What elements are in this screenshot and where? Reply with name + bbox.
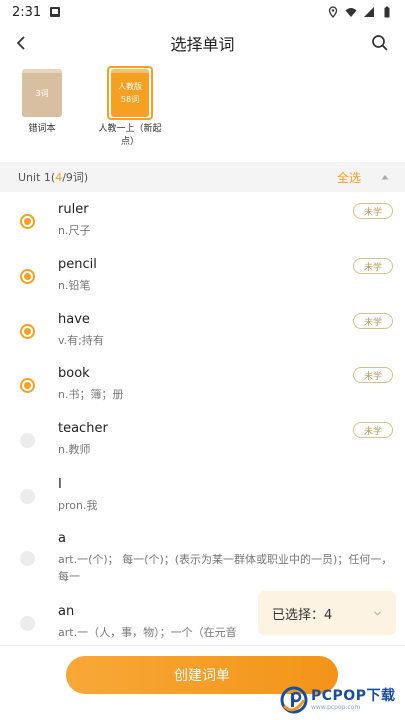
- notification-icon: [50, 7, 61, 17]
- search-button[interactable]: [367, 30, 393, 56]
- book-label: 错词本: [28, 124, 56, 134]
- word-meaning: v.有;持有: [58, 334, 104, 347]
- status-badge: 未学: [353, 258, 393, 274]
- book-label-line: 人教一上（新起: [98, 124, 162, 134]
- word-meaning: n.书；簿；册: [58, 388, 124, 401]
- word-meaning: art.一(个)； 每一(个)；(表示为某一群体或职业中的一员)；任何一，每一: [58, 553, 393, 583]
- word-checkbox[interactable]: [20, 269, 35, 284]
- word-text: have: [58, 312, 90, 327]
- chevron-left-icon: [16, 36, 25, 50]
- status-badge: 未学: [353, 313, 393, 329]
- selection-summary[interactable]: 已选择：4: [258, 591, 396, 635]
- select-all-button[interactable]: 全选: [337, 169, 361, 186]
- book-selector: 3词 错词本 人教版 58词 人教一上（新起 点）: [0, 66, 405, 156]
- page-title: 选择单词: [170, 35, 235, 54]
- status-time: 2:31: [12, 4, 42, 20]
- book-label: 人教一上（新起 点）: [92, 123, 168, 149]
- status-badge: 未学: [353, 203, 393, 219]
- word-checkbox[interactable]: [20, 489, 35, 504]
- word-checkbox[interactable]: [20, 324, 35, 339]
- book-cover-title: 人教版: [118, 82, 142, 91]
- battery-icon: [384, 6, 390, 18]
- word-checkbox[interactable]: [20, 433, 35, 448]
- unit-header[interactable]: Unit 1 (4/9词) 全选: [0, 162, 405, 192]
- word-meaning: n.尺子: [58, 224, 91, 237]
- book-cover: 人教版 58词: [111, 69, 149, 117]
- pcpop-watermark: PCPOP下载 www.pcpop.com: [280, 682, 404, 718]
- chevron-down-icon: [373, 610, 382, 616]
- bottom-divider: [0, 645, 405, 646]
- app-header: 选择单词: [0, 24, 405, 62]
- book-label-line: 点）: [120, 137, 139, 147]
- status-badge: 未学: [353, 422, 393, 438]
- unit-total: /9词): [62, 171, 89, 184]
- word-text: pencil: [58, 257, 97, 272]
- word-meaning: n.铅笔: [58, 279, 91, 292]
- unit-selected-count: 4: [55, 170, 63, 184]
- book-cover-count: 58词: [120, 95, 140, 104]
- word-text: an: [58, 604, 75, 619]
- book-cover-count: 3词: [35, 88, 49, 98]
- watermark-url: www.pcpop.com: [311, 704, 361, 711]
- signal-icon: [364, 7, 374, 17]
- book-selected-frame: 人教版 58词: [107, 66, 153, 120]
- word-text: teacher: [58, 421, 108, 436]
- book-pep-grade1[interactable]: 人教版 58词 人教一上（新起 点）: [92, 66, 168, 149]
- pcpop-logo-icon: [280, 686, 308, 714]
- status-bar: 2:31: [0, 0, 405, 24]
- word-checkbox[interactable]: [20, 616, 35, 631]
- unit-name: Unit 1: [18, 170, 51, 184]
- wifi-icon: [345, 8, 357, 17]
- collapse-triangle-icon[interactable]: [381, 173, 389, 181]
- watermark-brand: PCPOP下载: [311, 688, 396, 704]
- search-icon: [372, 35, 388, 51]
- word-checkbox[interactable]: [20, 214, 35, 229]
- word-checkbox[interactable]: [20, 378, 35, 393]
- word-text: I: [58, 477, 62, 492]
- selection-count: 已选择：4: [272, 607, 333, 623]
- word-meaning: pron.我: [58, 499, 98, 512]
- book-wrong-words[interactable]: 3词 错词本: [12, 66, 72, 136]
- book-cover: 3词: [22, 69, 62, 117]
- word-text: book: [58, 366, 90, 381]
- word-text: ruler: [58, 202, 89, 217]
- word-checkbox[interactable]: [20, 551, 35, 566]
- location-icon: [328, 6, 338, 18]
- word-meaning: n.教师: [58, 443, 91, 456]
- word-meaning: art.一（人，事，物）；一个（在元音: [58, 626, 237, 639]
- word-text: a: [58, 531, 66, 546]
- back-button[interactable]: [8, 30, 34, 56]
- status-badge: 未学: [353, 367, 393, 383]
